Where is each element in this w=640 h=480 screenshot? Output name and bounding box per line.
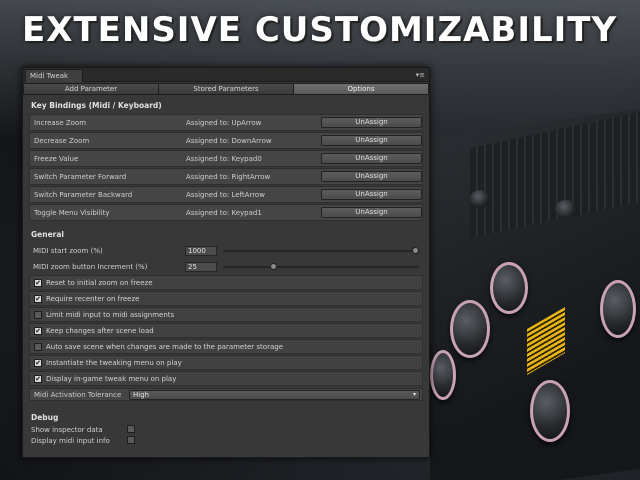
checkbox[interactable]: ✔ bbox=[34, 326, 42, 335]
key-binding-assignment: Assigned to: LeftArrow bbox=[186, 190, 265, 199]
debug-label: Show inspector data bbox=[31, 425, 103, 434]
key-binding-action: Freeze Value bbox=[34, 154, 79, 163]
checkbox-label: Display in-game tweak menu on play bbox=[46, 374, 177, 383]
checkbox-label: Auto save scene when changes are made to… bbox=[46, 342, 283, 351]
unassign-button[interactable]: UnAssign bbox=[321, 171, 422, 182]
debug-title: Debug bbox=[31, 413, 59, 422]
checkbox[interactable]: ✔ bbox=[34, 294, 42, 303]
debug-label: Display midi input info bbox=[31, 436, 110, 445]
unassign-button[interactable]: UnAssign bbox=[321, 189, 422, 200]
key-binding-row: Switch Parameter Backward Assigned to: L… bbox=[29, 186, 423, 203]
checkbox-label: Limit midi input to midi assignments bbox=[46, 310, 175, 319]
general-title: General bbox=[31, 230, 64, 239]
zoom-increment-slider-handle[interactable] bbox=[270, 263, 278, 270]
key-binding-action: Increase Zoom bbox=[34, 118, 87, 127]
option-checkbox-row[interactable]: ✔ Keep changes after scene load bbox=[29, 323, 423, 338]
tolerance-value: High bbox=[133, 391, 150, 399]
tab-options[interactable]: Options bbox=[293, 83, 429, 95]
zoom-increment-row: MIDI zoom button Increment (%) 25 bbox=[29, 259, 423, 275]
options-panel: Key Bindings (Midi / Keyboard) Increase … bbox=[23, 95, 429, 446]
start-zoom-input[interactable]: 1000 bbox=[185, 246, 217, 256]
checkbox[interactable] bbox=[127, 425, 135, 433]
key-binding-assignment: Assigned to: RightArrow bbox=[186, 172, 271, 181]
key-binding-assignment: Assigned to: Keypad1 bbox=[186, 208, 262, 217]
option-checkbox-row[interactable]: ✔ Instantiate the tweaking menu on play bbox=[29, 355, 423, 370]
checkbox[interactable]: ✔ bbox=[34, 278, 42, 287]
checkbox-label: Instantiate the tweaking menu on play bbox=[46, 358, 182, 367]
option-checkbox-row[interactable]: ✔ Reset to initial zoom on freeze bbox=[29, 275, 423, 290]
tolerance-dropdown[interactable]: High ▾ bbox=[129, 390, 420, 400]
checkbox[interactable] bbox=[34, 310, 42, 319]
checkbox[interactable]: ✔ bbox=[34, 374, 42, 383]
unassign-button[interactable]: UnAssign bbox=[321, 135, 422, 146]
chevron-down-icon: ▾ bbox=[412, 391, 416, 398]
option-checkbox-row[interactable]: ✔ Display in-game tweak menu on play bbox=[29, 371, 423, 386]
key-binding-row: Toggle Menu Visibility Assigned to: Keyp… bbox=[29, 204, 423, 221]
checkbox[interactable] bbox=[34, 342, 42, 351]
tolerance-label: Midi Activation Tolerance bbox=[34, 390, 122, 399]
checkbox[interactable] bbox=[127, 436, 135, 444]
unassign-button[interactable]: UnAssign bbox=[321, 117, 422, 128]
checkbox-label: Reset to initial zoom on freeze bbox=[46, 278, 153, 287]
start-zoom-label: MIDI start zoom (%) bbox=[33, 247, 103, 255]
window-title-tab[interactable]: Midi Tweak bbox=[25, 69, 83, 82]
zoom-increment-slider[interactable] bbox=[223, 266, 419, 268]
unassign-button[interactable]: UnAssign bbox=[321, 207, 422, 218]
key-binding-assignment: Assigned to: DownArrow bbox=[186, 136, 272, 145]
zoom-increment-label: MIDI zoom button Increment (%) bbox=[33, 263, 148, 271]
option-checkbox-row[interactable]: Auto save scene when changes are made to… bbox=[29, 339, 423, 354]
tab-stored-parameters[interactable]: Stored Parameters bbox=[158, 83, 293, 95]
key-bindings-title: Key Bindings (Midi / Keyboard) bbox=[31, 101, 162, 110]
debug-row: Show inspector data bbox=[29, 424, 423, 435]
key-binding-row: Increase Zoom Assigned to: UpArrow UnAss… bbox=[29, 114, 423, 131]
key-binding-row: Decrease Zoom Assigned to: DownArrow UnA… bbox=[29, 132, 423, 149]
key-binding-action: Switch Parameter Backward bbox=[34, 190, 133, 199]
key-binding-assignment: Assigned to: UpArrow bbox=[186, 118, 262, 127]
start-zoom-slider[interactable] bbox=[223, 250, 419, 252]
key-binding-assignment: Assigned to: Keypad0 bbox=[186, 154, 262, 163]
tab-bar: Add Parameter Stored Parameters Options bbox=[23, 83, 429, 95]
checkbox-label: Require recenter on freeze bbox=[46, 294, 140, 303]
key-binding-action: Toggle Menu Visibility bbox=[34, 208, 110, 217]
start-zoom-slider-handle[interactable] bbox=[412, 247, 419, 254]
checkbox-label: Keep changes after scene load bbox=[46, 326, 154, 335]
option-checkbox-row[interactable]: ✔ Require recenter on freeze bbox=[29, 291, 423, 306]
headline: Extensive Customizability bbox=[22, 10, 618, 50]
debug-row: Display midi input info bbox=[29, 435, 423, 446]
tab-add-parameter[interactable]: Add Parameter bbox=[23, 83, 158, 95]
key-binding-action: Decrease Zoom bbox=[34, 136, 90, 145]
midi-tweak-window: Midi Tweak ▾≡ Add Parameter Stored Param… bbox=[22, 67, 430, 458]
key-binding-action: Switch Parameter Forward bbox=[34, 172, 127, 181]
key-binding-row: Freeze Value Assigned to: Keypad0 UnAssi… bbox=[29, 150, 423, 167]
start-zoom-row: MIDI start zoom (%) 1000 bbox=[29, 243, 423, 259]
window-titlebar: Midi Tweak ▾≡ bbox=[23, 68, 429, 82]
option-checkbox-row[interactable]: Limit midi input to midi assignments bbox=[29, 307, 423, 322]
key-binding-row: Switch Parameter Forward Assigned to: Ri… bbox=[29, 168, 423, 185]
window-menu-icon[interactable]: ▾≡ bbox=[416, 69, 425, 81]
checkbox[interactable]: ✔ bbox=[34, 358, 42, 367]
unassign-button[interactable]: UnAssign bbox=[321, 153, 422, 164]
tolerance-row: Midi Activation Tolerance High ▾ bbox=[29, 388, 423, 401]
zoom-increment-input[interactable]: 25 bbox=[185, 262, 217, 272]
